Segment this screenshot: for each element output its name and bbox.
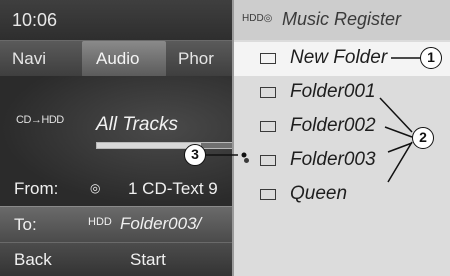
menu-navi[interactable]: Navi (12, 41, 46, 77)
folder-marker-dot (244, 158, 249, 163)
folder-label: New Folder (290, 47, 388, 68)
to-row[interactable]: To: HDD Folder003/ (0, 206, 232, 243)
all-tracks-label: All Tracks (96, 114, 178, 135)
folder-label: Queen (290, 183, 348, 204)
folder-icon (260, 189, 276, 200)
status-bar: 10:06 (0, 0, 232, 40)
hdd-icon: HDD (88, 216, 112, 228)
clock-time: 10:06 (12, 10, 58, 30)
folder-item[interactable]: New Folder (234, 42, 450, 76)
main-menu-bar: Navi Audio Phor (0, 40, 232, 77)
from-value: 1 CD-Text 9 (128, 179, 218, 198)
folder-item[interactable]: Folder003 (234, 144, 450, 178)
copy-content-area: CD→HDD All Tracks From: ◎ 1 CD-Text 9 (0, 76, 232, 206)
from-label: From: (14, 179, 59, 198)
music-register-header: HDD◎ Music Register (234, 0, 450, 40)
from-row: From: ◎ 1 CD-Text 9 (0, 175, 232, 203)
folder-item[interactable]: Folder002 (234, 110, 450, 144)
folder-icon (260, 87, 276, 98)
softkey-bar: Back Start (0, 242, 232, 276)
to-label: To: (14, 215, 37, 234)
copy-progress-bar (96, 142, 232, 149)
media-screen: 10:06 Navi Audio Phor CD→HDD All Tracks … (0, 0, 450, 276)
copy-progress-fill (97, 143, 201, 148)
audio-panel: 10:06 Navi Audio Phor CD→HDD All Tracks … (0, 0, 232, 276)
back-button[interactable]: Back (14, 250, 52, 270)
music-register-title: Music Register (282, 9, 402, 29)
folder-item[interactable]: Queen (234, 178, 450, 212)
to-value: Folder003/ (120, 214, 202, 233)
folder-item[interactable]: Folder001 (234, 76, 450, 110)
cd-icon: ◎ (90, 181, 101, 195)
folder-label: Folder001 (290, 81, 376, 102)
music-register-panel: HDD◎ Music Register New Folder Folder001… (232, 0, 450, 276)
folder-label: Folder002 (290, 115, 376, 136)
folder-icon (260, 121, 276, 132)
start-button[interactable]: Start (130, 250, 166, 270)
hdd-icon: HDD◎ (242, 13, 273, 24)
menu-audio[interactable]: Audio (82, 41, 166, 77)
folder-icon (260, 155, 276, 166)
cd-to-hdd-icon: CD→HDD (16, 114, 64, 126)
folder-label: Folder003 (290, 149, 376, 170)
menu-phone[interactable]: Phor (178, 41, 214, 77)
folder-icon (260, 53, 276, 64)
